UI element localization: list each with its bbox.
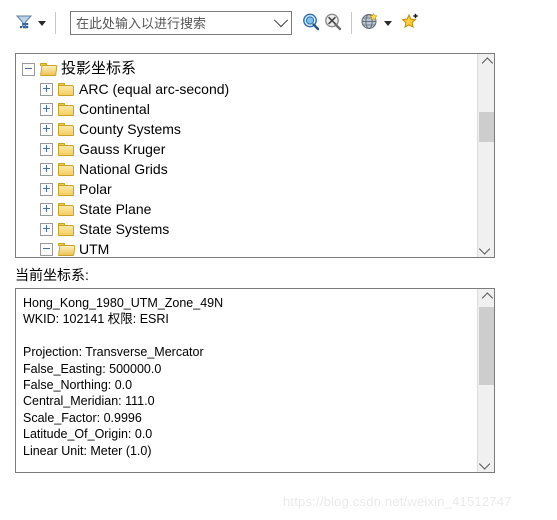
tree-scroll-down-button[interactable]	[478, 240, 494, 257]
tree-node-label: State Systems	[79, 221, 170, 237]
tree-node-projected-coordinate-systems[interactable]: 投影坐标系	[16, 59, 477, 79]
details-scroll-down-button[interactable]	[478, 455, 494, 472]
search-magnifier-icon	[301, 12, 321, 35]
tree-node-label: 投影坐标系	[61, 60, 137, 77]
tree-expander-plus-icon[interactable]	[40, 102, 53, 116]
toolbar-separator-2	[351, 12, 352, 34]
tree-expander-plus-icon[interactable]	[40, 222, 53, 236]
details-scroll-up-button[interactable]	[478, 289, 494, 306]
tree-node-state-systems[interactable]: State Systems	[16, 219, 477, 239]
tree-scrollbar[interactable]	[477, 54, 494, 257]
globe-button[interactable]	[359, 10, 380, 36]
chevron-up-icon	[481, 56, 494, 69]
current-coordinate-system-label: 当前坐标系:	[15, 267, 89, 283]
tree-node-utm[interactable]: UTM	[16, 239, 477, 257]
tree-list[interactable]: 投影坐标系 ARC (equal arc-second) Continental…	[16, 54, 477, 257]
search-input[interactable]	[71, 13, 271, 33]
toolbar	[0, 0, 557, 46]
tree-node-state-plane[interactable]: State Plane	[16, 199, 477, 219]
tree-node-label: Polar	[79, 181, 112, 197]
details-line: Latitude_Of_Origin: 0.0	[23, 427, 153, 442]
folder-closed-icon	[58, 142, 74, 156]
details-line-blank	[23, 328, 477, 344]
folder-open-icon	[58, 242, 76, 256]
folder-closed-icon	[58, 162, 74, 176]
search-button[interactable]	[300, 10, 322, 36]
tree-node-arc-equal-arc-second[interactable]: ARC (equal arc-second)	[16, 79, 477, 99]
coordinate-system-details-text: Hong_Kong_1980_UTM_Zone_49N WKID: 102141…	[16, 289, 477, 472]
chevron-down-icon	[478, 457, 491, 470]
details-line: Scale_Factor: 0.9996	[23, 410, 142, 425]
details-line: WKID: 102141 权限: ESRI	[23, 312, 169, 327]
tree-expander-plus-icon[interactable]	[40, 202, 53, 216]
folder-closed-icon	[58, 182, 74, 196]
favorites-button[interactable]	[400, 10, 422, 36]
tree-node-label: Gauss Kruger	[79, 141, 166, 157]
tree-expander-plus-icon[interactable]	[40, 182, 53, 196]
cancel-search-icon	[323, 12, 343, 35]
details-scroll-thumb[interactable]	[479, 307, 494, 385]
details-line: False_Easting: 500000.0	[23, 361, 162, 376]
tree-node-label: County Systems	[79, 121, 181, 137]
tree-expander-plus-icon[interactable]	[40, 122, 53, 136]
clear-search-button[interactable]	[322, 10, 344, 36]
tree-expander-minus-icon[interactable]	[40, 242, 53, 256]
tree-node-label: National Grids	[79, 161, 168, 177]
tree-node-polar[interactable]: Polar	[16, 179, 477, 199]
globe-icon	[360, 12, 379, 34]
tree-node-label: UTM	[79, 241, 110, 257]
tree-scroll-up-button[interactable]	[478, 54, 494, 71]
details-line: Projection: Transverse_Mercator	[23, 345, 204, 360]
tree-node-label: Continental	[79, 101, 150, 117]
tree-expander-plus-icon[interactable]	[40, 142, 53, 156]
tree-node-label: State Plane	[79, 201, 152, 217]
details-line: Linear Unit: Meter (1.0)	[23, 443, 152, 458]
details-line: False_Northing: 0.0	[23, 377, 133, 392]
chevron-down-icon	[478, 242, 491, 255]
tree-expander-minus-icon[interactable]	[22, 62, 35, 76]
folder-closed-icon	[58, 82, 74, 96]
details-line: Hong_Kong_1980_UTM_Zone_49N	[23, 296, 224, 310]
coordinate-system-tree-panel[interactable]: 投影坐标系 ARC (equal arc-second) Continental…	[15, 53, 495, 258]
folder-open-icon	[40, 62, 58, 76]
filter-funnel-icon	[15, 13, 33, 34]
search-dropdown-arrow-icon[interactable]	[271, 12, 291, 34]
filter-button[interactable]	[14, 10, 34, 36]
tree-node-gauss-kruger[interactable]: Gauss Kruger	[16, 139, 477, 159]
search-combobox[interactable]	[70, 11, 292, 35]
add-favorite-star-icon	[401, 12, 421, 35]
filter-dropdown-arrow-icon[interactable]	[38, 20, 46, 26]
tree-expander-plus-icon[interactable]	[40, 82, 53, 96]
chevron-up-icon	[481, 291, 494, 304]
toolbar-separator-1	[55, 12, 56, 34]
details-scrollbar[interactable]	[477, 289, 494, 472]
tree-node-county-systems[interactable]: County Systems	[16, 119, 477, 139]
watermark: https://blog.csdn.net/weixin_41512747	[283, 494, 512, 509]
tree-node-national-grids[interactable]: National Grids	[16, 159, 477, 179]
folder-closed-icon	[58, 222, 74, 236]
tree-node-label: ARC (equal arc-second)	[79, 81, 230, 97]
tree-scroll-thumb[interactable]	[479, 112, 494, 142]
tree-expander-plus-icon[interactable]	[40, 162, 53, 176]
coordinate-system-details-panel[interactable]: Hong_Kong_1980_UTM_Zone_49N WKID: 102141…	[15, 288, 495, 473]
tree-node-continental[interactable]: Continental	[16, 99, 477, 119]
folder-closed-icon	[58, 122, 74, 136]
details-line: Central_Meridian: 111.0	[23, 394, 155, 409]
globe-dropdown-arrow-icon[interactable]	[384, 20, 392, 26]
folder-closed-icon	[58, 102, 74, 116]
folder-closed-icon	[58, 202, 74, 216]
